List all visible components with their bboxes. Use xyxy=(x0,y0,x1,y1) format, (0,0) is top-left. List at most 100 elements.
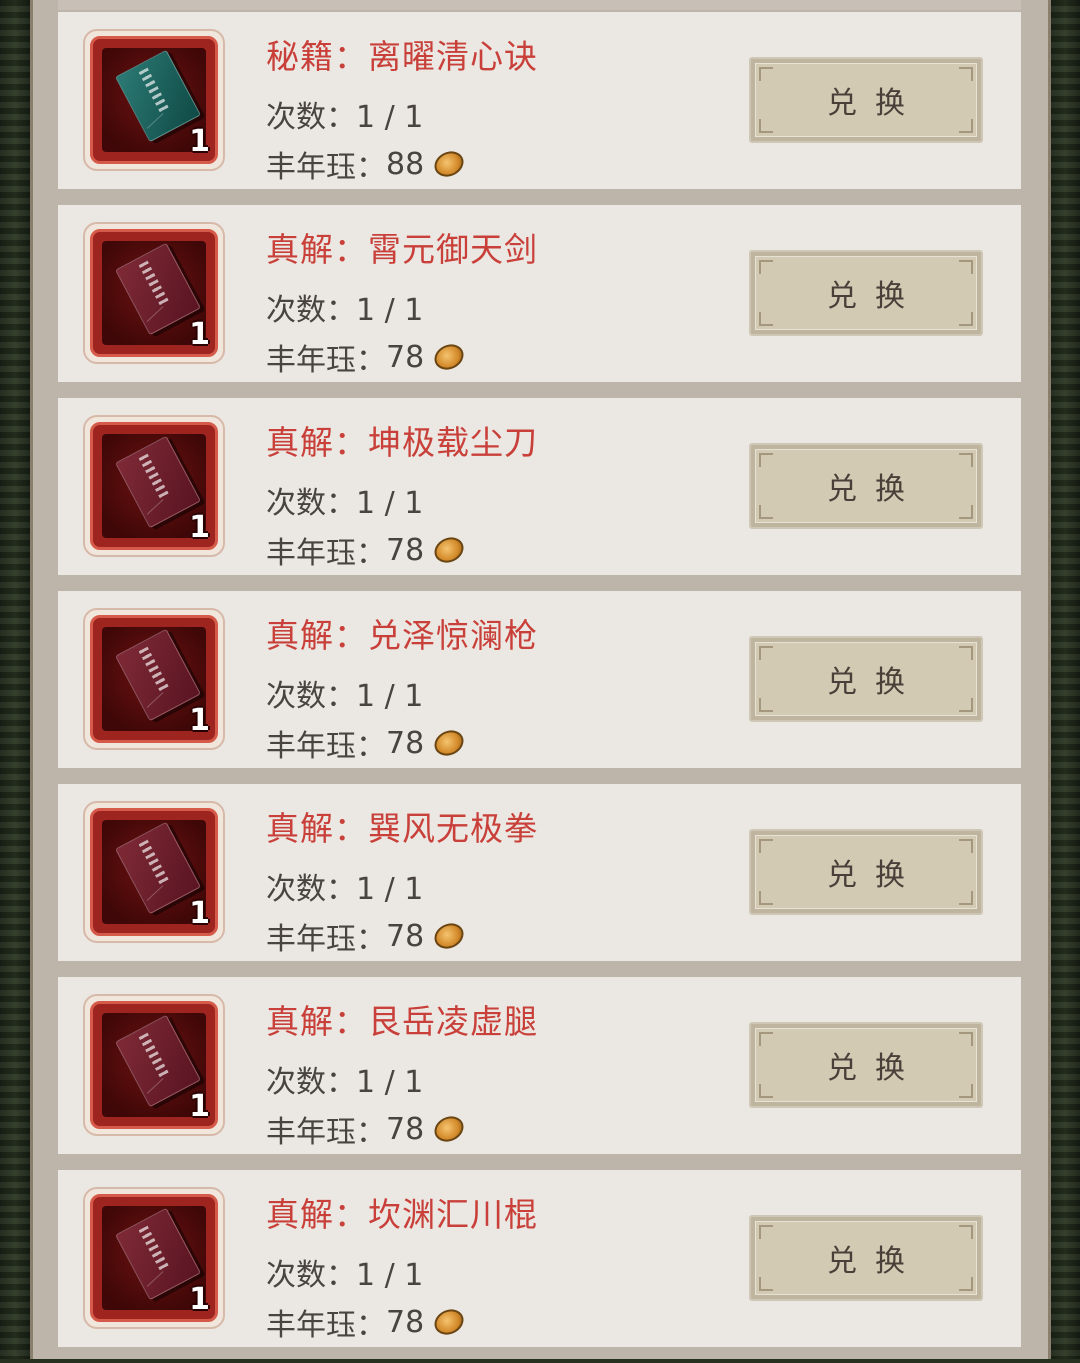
exchange-count: 次数：1 / 1 xyxy=(266,1258,424,1293)
exchange-button[interactable]: 兑换 xyxy=(749,57,983,143)
item-title: 真解：巽风无极拳 xyxy=(266,809,538,848)
jade-coin-icon xyxy=(430,725,468,761)
item-slot[interactable]: 1 xyxy=(83,222,225,364)
exchange-count: 次数：1 / 1 xyxy=(266,486,424,521)
jade-coin-icon xyxy=(430,918,468,954)
item-slot[interactable]: 1 xyxy=(83,994,225,1136)
exchange-button-label: 兑换 xyxy=(827,665,923,700)
item-slot[interactable]: 1 xyxy=(83,415,225,557)
button-corner-ornament xyxy=(759,453,773,467)
exchange-button-label: 兑换 xyxy=(827,279,923,314)
cost-value: 88 xyxy=(386,146,425,182)
exchange-button[interactable]: 兑换 xyxy=(749,1022,983,1108)
exchange-cost: 丰年珏： 78 xyxy=(266,1107,468,1151)
button-corner-ornament xyxy=(759,646,773,660)
exchange-button-label: 兑换 xyxy=(827,1051,923,1086)
button-corner-ornament xyxy=(959,698,973,712)
item-slot-inner: 1 xyxy=(90,229,218,357)
button-corner-ornament xyxy=(959,505,973,519)
item-quantity: 1 xyxy=(189,1089,210,1124)
button-corner-ornament xyxy=(759,505,773,519)
exchange-count: 次数：1 / 1 xyxy=(266,1065,424,1100)
item-slot-inner: 1 xyxy=(90,1194,218,1322)
cost-label: 丰年珏： xyxy=(266,922,386,957)
jade-coin-icon xyxy=(430,339,468,375)
jade-coin-icon xyxy=(430,146,468,182)
button-corner-ornament xyxy=(759,1277,773,1291)
item-title: 真解：霄元御天剑 xyxy=(266,230,538,269)
button-corner-ornament xyxy=(759,1225,773,1239)
exchange-button[interactable]: 兑换 xyxy=(749,829,983,915)
item-slot-inner: 1 xyxy=(90,1001,218,1129)
button-corner-ornament xyxy=(959,1277,973,1291)
exchange-row: 1 真解：兑泽惊澜枪 次数：1 / 1 丰年珏： 78 兑换 xyxy=(58,591,1021,768)
button-corner-ornament xyxy=(959,1032,973,1046)
item-slot-inner: 1 xyxy=(90,422,218,550)
button-corner-ornament xyxy=(959,646,973,660)
item-quantity: 1 xyxy=(189,124,210,159)
exchange-list[interactable]: 1 秘籍：离曜清心诀 次数：1 / 1 丰年珏： 88 兑换 1 真解：霄元御天… xyxy=(58,12,1021,1363)
exchange-cost: 丰年珏： 88 xyxy=(266,142,468,186)
cost-value: 78 xyxy=(386,918,425,954)
item-title: 真解：艮岳凌虚腿 xyxy=(266,1002,538,1041)
cost-value: 78 xyxy=(386,1111,425,1147)
jade-coin-icon xyxy=(430,1111,468,1147)
background-left xyxy=(0,0,30,1359)
exchange-cost: 丰年珏： 78 xyxy=(266,1300,468,1344)
item-quantity: 1 xyxy=(189,1282,210,1317)
exchange-button[interactable]: 兑换 xyxy=(749,250,983,336)
item-title: 真解：坤极载尘刀 xyxy=(266,423,538,462)
exchange-row: 1 真解：艮岳凌虚腿 次数：1 / 1 丰年珏： 78 兑换 xyxy=(58,977,1021,1154)
background-right xyxy=(1050,0,1080,1359)
item-quantity: 1 xyxy=(189,317,210,352)
button-corner-ornament xyxy=(759,67,773,81)
exchange-row: 1 真解：坎渊汇川棍 次数：1 / 1 丰年珏： 78 兑换 xyxy=(58,1170,1021,1347)
exchange-cost: 丰年珏： 78 xyxy=(266,721,468,765)
exchange-button[interactable]: 兑换 xyxy=(749,636,983,722)
cost-label: 丰年珏： xyxy=(266,536,386,571)
jade-coin-icon xyxy=(430,1304,468,1340)
cost-label: 丰年珏： xyxy=(266,150,386,185)
button-corner-ornament xyxy=(959,1225,973,1239)
button-corner-ornament xyxy=(959,891,973,905)
button-corner-ornament xyxy=(959,260,973,274)
exchange-cost: 丰年珏： 78 xyxy=(266,528,468,572)
button-corner-ornament xyxy=(759,1084,773,1098)
item-slot[interactable]: 1 xyxy=(83,608,225,750)
item-quantity: 1 xyxy=(189,510,210,545)
button-corner-ornament xyxy=(959,312,973,326)
exchange-button[interactable]: 兑换 xyxy=(749,1215,983,1301)
exchange-row: 1 真解：坤极载尘刀 次数：1 / 1 丰年珏： 78 兑换 xyxy=(58,398,1021,575)
button-corner-ornament xyxy=(759,698,773,712)
exchange-count: 次数：1 / 1 xyxy=(266,679,424,714)
exchange-button-label: 兑换 xyxy=(827,1244,923,1279)
exchange-count: 次数：1 / 1 xyxy=(266,100,424,135)
jade-coin-icon xyxy=(430,532,468,568)
button-corner-ornament xyxy=(959,453,973,467)
button-corner-ornament xyxy=(759,1032,773,1046)
exchange-row: 1 真解：巽风无极拳 次数：1 / 1 丰年珏： 78 兑换 xyxy=(58,784,1021,961)
exchange-button[interactable]: 兑换 xyxy=(749,443,983,529)
button-corner-ornament xyxy=(759,312,773,326)
exchange-button-label: 兑换 xyxy=(827,472,923,507)
cost-label: 丰年珏： xyxy=(266,1308,386,1343)
button-corner-ornament xyxy=(759,891,773,905)
exchange-button-label: 兑换 xyxy=(827,86,923,121)
exchange-cost: 丰年珏： 78 xyxy=(266,335,468,379)
item-slot[interactable]: 1 xyxy=(83,29,225,171)
button-corner-ornament xyxy=(759,119,773,133)
item-slot-inner: 1 xyxy=(90,615,218,743)
item-slot-inner: 1 xyxy=(90,808,218,936)
cost-label: 丰年珏： xyxy=(266,729,386,764)
button-corner-ornament xyxy=(959,1084,973,1098)
cost-value: 78 xyxy=(386,339,425,375)
item-title: 真解：坎渊汇川棍 xyxy=(266,1195,538,1234)
item-slot[interactable]: 1 xyxy=(83,801,225,943)
item-quantity: 1 xyxy=(189,703,210,738)
cost-value: 78 xyxy=(386,532,425,568)
cost-label: 丰年珏： xyxy=(266,1115,386,1150)
item-slot[interactable]: 1 xyxy=(83,1187,225,1329)
exchange-count: 次数：1 / 1 xyxy=(266,872,424,907)
exchange-cost: 丰年珏： 78 xyxy=(266,914,468,958)
cost-value: 78 xyxy=(386,725,425,761)
